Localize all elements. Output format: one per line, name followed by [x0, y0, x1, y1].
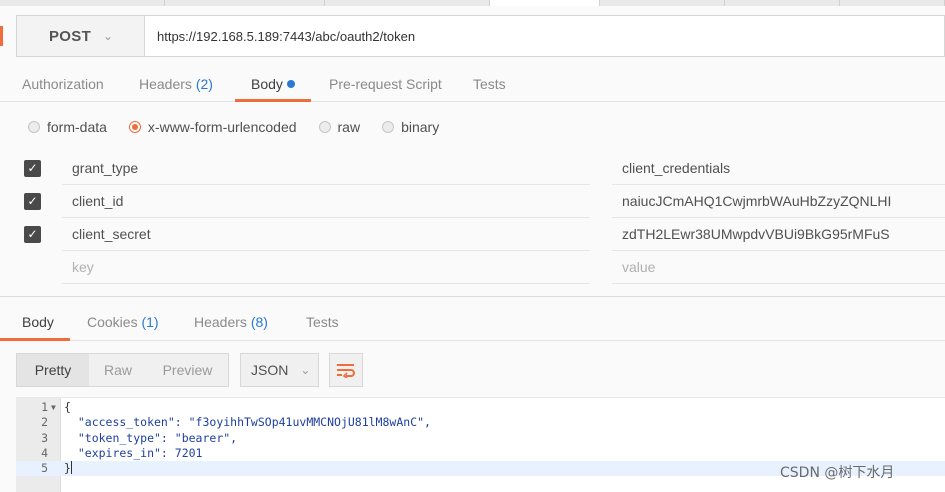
tab-pre-request-script[interactable]: Pre-request Script — [329, 62, 442, 102]
code-line: 4 "expires_in": 7201 — [41, 445, 203, 460]
request-url-bar: POST ⌄ https://192.168.5.189:7443/abc/oa… — [16, 15, 945, 57]
view-mode-toggle: Pretty Raw Preview — [16, 353, 229, 387]
format-dropdown[interactable]: JSON ⌄ — [240, 353, 319, 387]
body-type-selector: form-data x-www-form-urlencoded raw bina… — [28, 116, 461, 138]
new-value-input[interactable]: value — [612, 251, 945, 284]
radio-form-data[interactable]: form-data — [28, 119, 107, 135]
active-indicator — [0, 26, 3, 46]
radio-raw[interactable]: raw — [318, 119, 360, 135]
response-tab-headers[interactable]: Headers (8) — [194, 303, 268, 341]
radio-circle-icon — [318, 121, 331, 133]
param-value-field[interactable]: client_credentials — [612, 152, 945, 185]
param-key-field[interactable]: client_id — [62, 185, 590, 218]
code-line: 2 "access_token": "f3oyihhTwSOp41uvMMCNO… — [41, 415, 431, 430]
request-tabs: Authorization Headers (2) Body Pre-reque… — [0, 62, 945, 102]
response-tab-cookies[interactable]: Cookies (1) — [87, 303, 159, 341]
chevron-down-icon: ⌄ — [103, 29, 114, 43]
checkbox-checked-icon[interactable]: ✓ — [24, 226, 41, 243]
response-tab-body[interactable]: Body — [0, 303, 70, 341]
method-label: POST — [49, 27, 92, 45]
param-value-field[interactable]: naiucJCmAHQ1CwjmrbWAuHbZzyZQNLHI — [612, 185, 945, 218]
code-line: 1 ▼ { — [41, 400, 71, 415]
radio-selected-icon — [128, 121, 141, 133]
param-value-field[interactable]: zdTH2LEwr38UMwpdvVBUi9BkG95rMFuS — [612, 218, 945, 251]
radio-binary[interactable]: binary — [382, 119, 439, 135]
tab-body[interactable]: Body — [235, 62, 311, 102]
chevron-down-icon: ⌄ — [300, 363, 311, 377]
response-tab-tests[interactable]: Tests — [306, 303, 339, 341]
tab-authorization[interactable]: Authorization — [22, 62, 104, 102]
new-key-input[interactable]: key — [62, 251, 590, 284]
fold-arrow-icon[interactable]: ▼ — [51, 400, 56, 415]
window-tab-strip — [0, 0, 945, 6]
method-dropdown[interactable]: POST ⌄ — [17, 16, 145, 56]
checkbox-checked-icon[interactable]: ✓ — [24, 193, 41, 210]
wrap-icon — [337, 364, 355, 378]
param-key-field[interactable]: client_secret — [62, 218, 590, 251]
code-line: 3 "token_type": "bearer", — [41, 430, 238, 445]
modified-dot-icon — [286, 80, 295, 88]
radio-x-www-form-urlencoded[interactable]: x-www-form-urlencoded — [128, 119, 297, 135]
checkbox-checked-icon[interactable]: ✓ — [24, 160, 41, 177]
params-table: ✓ grant_type client_credentials ✓ client… — [0, 152, 945, 284]
pretty-button[interactable]: Pretty — [17, 354, 89, 386]
param-row: ✓ grant_type client_credentials — [0, 152, 945, 185]
response-tabs: Body Cookies (1) Headers (8) Tests — [0, 303, 945, 341]
raw-button[interactable]: Raw — [89, 354, 147, 386]
param-row-new: key value — [0, 251, 945, 284]
tab-tests[interactable]: Tests — [473, 62, 506, 102]
param-row: ✓ client_secret zdTH2LEwr38UMwpdvVBUi9Bk… — [0, 218, 945, 251]
wrap-lines-button[interactable] — [329, 353, 363, 387]
tab-headers[interactable]: Headers (2) — [139, 62, 213, 102]
param-key-field[interactable]: grant_type — [62, 152, 590, 185]
radio-circle-icon — [382, 121, 395, 133]
radio-circle-icon — [28, 121, 40, 133]
text-cursor — [70, 461, 72, 475]
param-row: ✓ client_id naiucJCmAHQ1CwjmrbWAuHbZzyZQ… — [0, 185, 945, 218]
pane-divider[interactable] — [0, 296, 945, 297]
csdn-watermark: CSDN @树下水月 — [780, 465, 895, 481]
preview-button[interactable]: Preview — [147, 354, 228, 386]
url-input[interactable]: https://192.168.5.189:7443/abc/oauth2/to… — [145, 16, 944, 56]
